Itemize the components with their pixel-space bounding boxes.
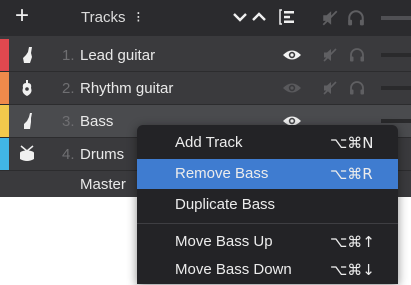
menu-item-label: Move Bass Down	[175, 261, 292, 278]
track-volume-bar[interactable]	[381, 53, 411, 57]
mute-icon[interactable]	[322, 80, 338, 96]
menu-item-shortcut: ⌥⌘R	[330, 165, 373, 183]
track-row-lead-guitar[interactable]: 1. Lead guitar	[0, 39, 411, 71]
menu-item-label: Remove Bass	[175, 165, 269, 182]
headphones-icon[interactable]	[349, 47, 365, 63]
track-name[interactable]: Lead guitar	[80, 47, 155, 64]
menu-item-shortcut: ⌥⌘↓	[330, 261, 375, 279]
menu-item-add-track[interactable]: Add Track ⌥⌘N	[137, 128, 398, 158]
track-context-menu: Add Track ⌥⌘N Remove Bass ⌥⌘R Duplicate …	[137, 125, 398, 284]
track-number: 2.	[62, 80, 75, 97]
menu-item-label: Add Track	[175, 134, 243, 151]
menu-item-duplicate-bass[interactable]: Duplicate Bass	[137, 190, 398, 220]
track-color-stripe	[0, 72, 9, 104]
drums-icon	[20, 145, 34, 161]
track-number: 1.	[62, 47, 75, 64]
menu-item-shortcut: ⌥⌘N	[330, 134, 374, 152]
menu-item-label: Move Bass Up	[175, 233, 273, 250]
chevron-down-icon[interactable]	[233, 12, 247, 22]
eye-icon[interactable]	[282, 48, 302, 62]
add-track-button[interactable]: +	[15, 2, 29, 30]
track-volume-bar[interactable]	[381, 119, 411, 123]
tracks-header: + Tracks ⁝	[0, 0, 411, 36]
menu-divider	[137, 223, 398, 224]
headphones-icon[interactable]	[349, 80, 365, 96]
mute-icon[interactable]	[322, 47, 338, 63]
track-name[interactable]: Bass	[80, 113, 113, 130]
menu-item-shortcut: ⌥⌘↑	[330, 233, 375, 251]
track-name[interactable]: Drums	[80, 146, 124, 163]
acoustic-guitar-icon	[22, 80, 32, 96]
track-layout-icon[interactable]	[279, 9, 297, 25]
bass-guitar-icon	[24, 113, 32, 129]
track-row-rhythm-guitar[interactable]: 2. Rhythm guitar	[0, 72, 411, 104]
track-volume-bar[interactable]	[381, 86, 411, 90]
menu-item-move-bass-down[interactable]: Move Bass Down ⌥⌘↓	[137, 255, 398, 285]
menu-item-label: Duplicate Bass	[175, 196, 276, 213]
track-number: 4.	[62, 146, 75, 163]
headphones-icon[interactable]	[347, 9, 365, 27]
master-label: Master	[80, 176, 126, 193]
electric-guitar-icon	[23, 47, 32, 63]
track-color-stripe	[0, 138, 9, 170]
menu-item-remove-bass[interactable]: Remove Bass ⌥⌘R	[137, 159, 398, 189]
track-color-stripe	[0, 39, 9, 71]
tracks-title: Tracks	[81, 9, 126, 26]
mute-all-icon[interactable]	[321, 9, 339, 27]
track-number: 3.	[62, 113, 75, 130]
menu-item-move-bass-up[interactable]: Move Bass Up ⌥⌘↑	[137, 227, 398, 257]
tracks-more-button[interactable]: ⁝	[136, 8, 141, 26]
track-color-stripe	[0, 105, 9, 137]
chevron-up-icon[interactable]	[252, 12, 266, 22]
track-name[interactable]: Rhythm guitar	[80, 80, 173, 97]
master-volume-bar[interactable]	[381, 16, 411, 20]
eye-icon[interactable]	[282, 81, 302, 95]
